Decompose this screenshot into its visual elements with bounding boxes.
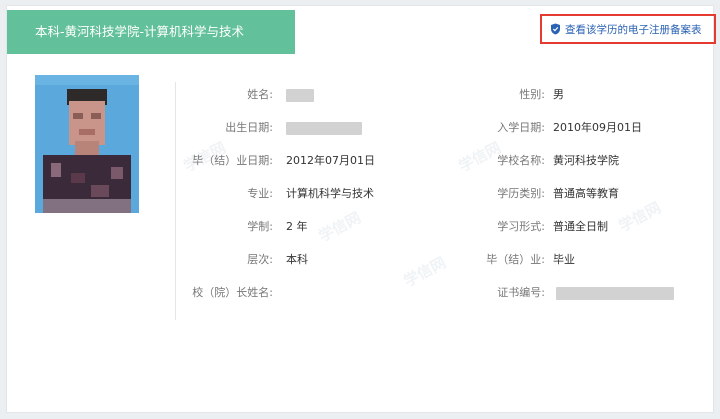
field-label: 毕（结）业: (486, 253, 545, 266)
field-value: 毕业 (553, 253, 575, 266)
watermark: 学信网 (615, 198, 664, 236)
field-label: 专业: (247, 187, 273, 200)
field-value: 计算机科学与技术 (286, 187, 374, 200)
redacted-value (286, 89, 314, 102)
field-label: 学校名称: (497, 154, 545, 167)
view-registration-record-label: 查看该学历的电子注册备案表 (565, 23, 702, 36)
field-value: 黄河科技学院 (553, 154, 619, 167)
degree-title: 本科-黄河科技学院-计算机科学与技术 (35, 24, 245, 39)
field-label: 入学日期: (497, 121, 545, 134)
field-label: 学习形式: (497, 220, 545, 233)
field-value: 普通全日制 (553, 220, 608, 233)
field-label: 出生日期: (225, 121, 273, 134)
field-value: 2010年09月01日 (553, 121, 642, 134)
field-label: 校（院）长姓名: (192, 286, 273, 299)
field-label: 证书编号: (497, 286, 545, 299)
field-label: 姓名: (247, 88, 273, 101)
degree-title-banner: 本科-黄河科技学院-计算机科学与技术 (7, 10, 295, 54)
student-photo (35, 75, 139, 213)
field-label: 学历类别: (497, 187, 545, 200)
record-card: 本科-黄河科技学院-计算机科学与技术 查看该学历的电子注册备案表 学信网 学信网… (6, 5, 716, 413)
watermark: 学信网 (315, 208, 364, 246)
shield-icon (551, 23, 560, 35)
redacted-value (286, 122, 362, 135)
view-registration-record-link[interactable]: 查看该学历的电子注册备案表 (540, 14, 716, 44)
field-label: 学制: (247, 220, 273, 233)
field-label: 毕（结）业日期: (192, 154, 273, 167)
field-value: 普通高等教育 (553, 187, 619, 200)
field-value: 2 年 (286, 220, 308, 233)
field-value: 男 (553, 88, 564, 101)
redacted-value (556, 287, 674, 300)
field-label: 层次: (247, 253, 273, 266)
field-value: 2012年07月01日 (286, 154, 375, 167)
field-value: 本科 (286, 253, 308, 266)
field-label: 性别: (519, 88, 545, 101)
